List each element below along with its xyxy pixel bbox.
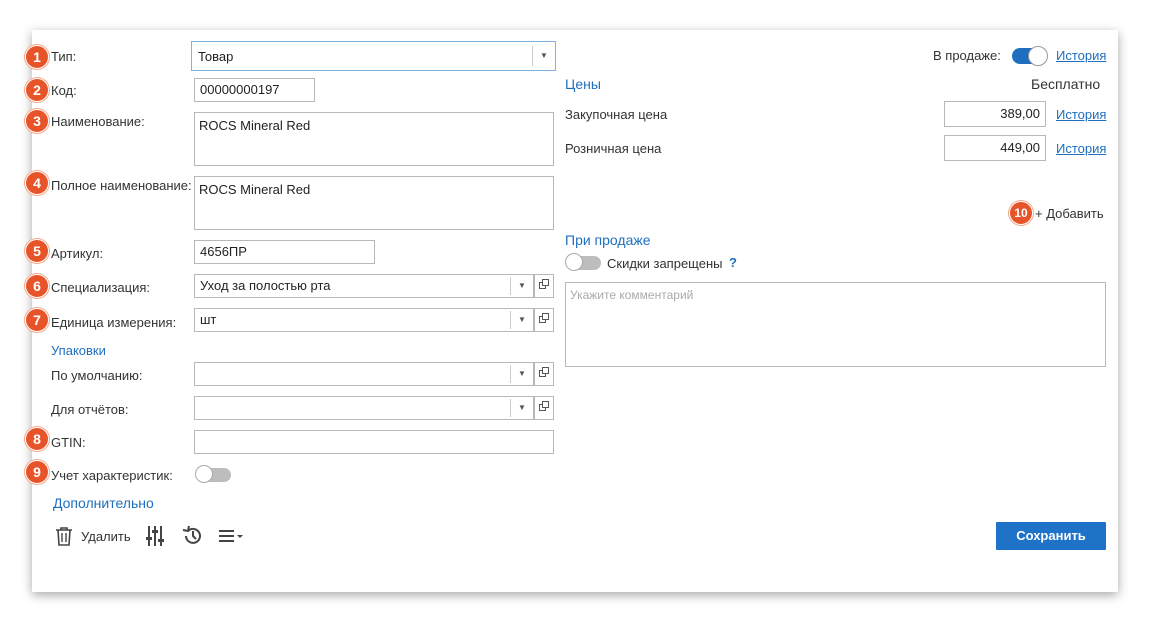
open-external-icon[interactable] [534, 362, 554, 386]
default-package-select[interactable]: ▼ [194, 362, 554, 386]
specialization-select[interactable]: Уход за полостью рта ▼ [194, 274, 554, 298]
open-external-icon[interactable] [534, 274, 554, 298]
unit-label: Единица измерения: [51, 315, 177, 330]
badge-9: 9 [25, 460, 49, 484]
fullname-label: Полное наименование: [51, 178, 192, 193]
code-input[interactable]: 00000000197 [194, 78, 315, 102]
open-external-icon[interactable] [534, 308, 554, 332]
open-external-icon[interactable] [534, 396, 554, 420]
unit-select[interactable]: шт ▼ [194, 308, 554, 332]
trash-icon [55, 526, 73, 549]
chevron-down-icon[interactable]: ▼ [510, 311, 533, 329]
packages-header: Упаковки [51, 343, 106, 358]
on-sale-label: В продаже: [933, 48, 1001, 63]
retail-price-history-link[interactable]: История [1056, 141, 1106, 156]
purchase-price-history-link[interactable]: История [1056, 107, 1106, 122]
free-text: Бесплатно [1031, 76, 1101, 92]
fullname-textarea[interactable]: ROCS Mineral Red [194, 176, 554, 230]
badge-5: 5 [25, 239, 49, 263]
chevron-down-icon[interactable]: ▼ [510, 399, 533, 417]
badge-2: 2 [25, 78, 49, 102]
chevron-down-icon[interactable]: ▼ [532, 46, 555, 66]
specialization-label: Специализация: [51, 280, 150, 295]
badge-6: 6 [25, 274, 49, 298]
retail-price-input[interactable]: 449,00 [944, 135, 1046, 161]
history-icon[interactable] [182, 525, 204, 550]
badge-3: 3 [25, 109, 49, 133]
badge-4: 4 [25, 171, 49, 195]
purchase-price-label: Закупочная цена [565, 107, 668, 122]
discounts-label: Скидки запрещены [607, 256, 723, 271]
specialization-value: Уход за полостью рта [200, 278, 331, 293]
on-sale-header: При продаже [565, 232, 651, 248]
badge-7: 7 [25, 308, 49, 332]
badge-8: 8 [25, 427, 49, 451]
type-select-value: Товар [198, 49, 234, 64]
product-card: 1 2 3 4 5 6 7 8 9 10 Тип: Товар ▼ Код: 0… [25, 30, 1118, 592]
add-price-link[interactable]: + Добавить [1035, 206, 1104, 221]
reports-package-select[interactable]: ▼ [194, 396, 554, 420]
type-select[interactable]: Товар ▼ [191, 41, 556, 71]
discounts-toggle[interactable] [565, 253, 601, 271]
gtin-label: GTIN: [51, 435, 86, 450]
chevron-down-icon[interactable]: ▼ [510, 365, 533, 383]
save-button[interactable]: Сохранить [996, 522, 1106, 550]
article-label: Артикул: [51, 246, 104, 261]
retail-price-label: Розничная цена [565, 141, 662, 156]
type-label: Тип: [51, 49, 77, 64]
discounts-help-icon[interactable]: ? [729, 255, 737, 270]
prices-header: Цены [565, 76, 601, 92]
badge-1: 1 [25, 45, 49, 69]
additional-link[interactable]: Дополнительно [53, 495, 154, 511]
name-label: Наименование: [51, 114, 145, 129]
name-textarea[interactable]: ROCS Mineral Red [194, 112, 554, 166]
unit-value: шт [200, 312, 217, 327]
chevron-down-icon[interactable]: ▼ [510, 277, 533, 295]
delete-button[interactable]: Удалить [55, 525, 135, 549]
purchase-price-input[interactable]: 389,00 [944, 101, 1046, 127]
gtin-input[interactable] [194, 430, 554, 454]
article-input[interactable]: 4656ПР [194, 240, 375, 264]
on-sale-toggle[interactable] [1012, 46, 1048, 66]
sale-history-link[interactable]: История [1056, 48, 1106, 63]
characteristics-toggle[interactable] [195, 465, 231, 483]
default-package-label: По умолчанию: [51, 368, 143, 383]
comment-textarea[interactable]: Укажите комментарий [565, 282, 1106, 367]
characteristics-label: Учет характеристик: [51, 468, 173, 483]
settings-sliders-icon[interactable] [145, 525, 165, 550]
code-label: Код: [51, 83, 77, 98]
menu-icon[interactable] [218, 528, 246, 547]
badge-10: 10 [1009, 201, 1033, 225]
comment-placeholder: Укажите комментарий [570, 288, 694, 302]
reports-package-label: Для отчётов: [51, 402, 129, 417]
delete-label: Удалить [81, 529, 131, 544]
